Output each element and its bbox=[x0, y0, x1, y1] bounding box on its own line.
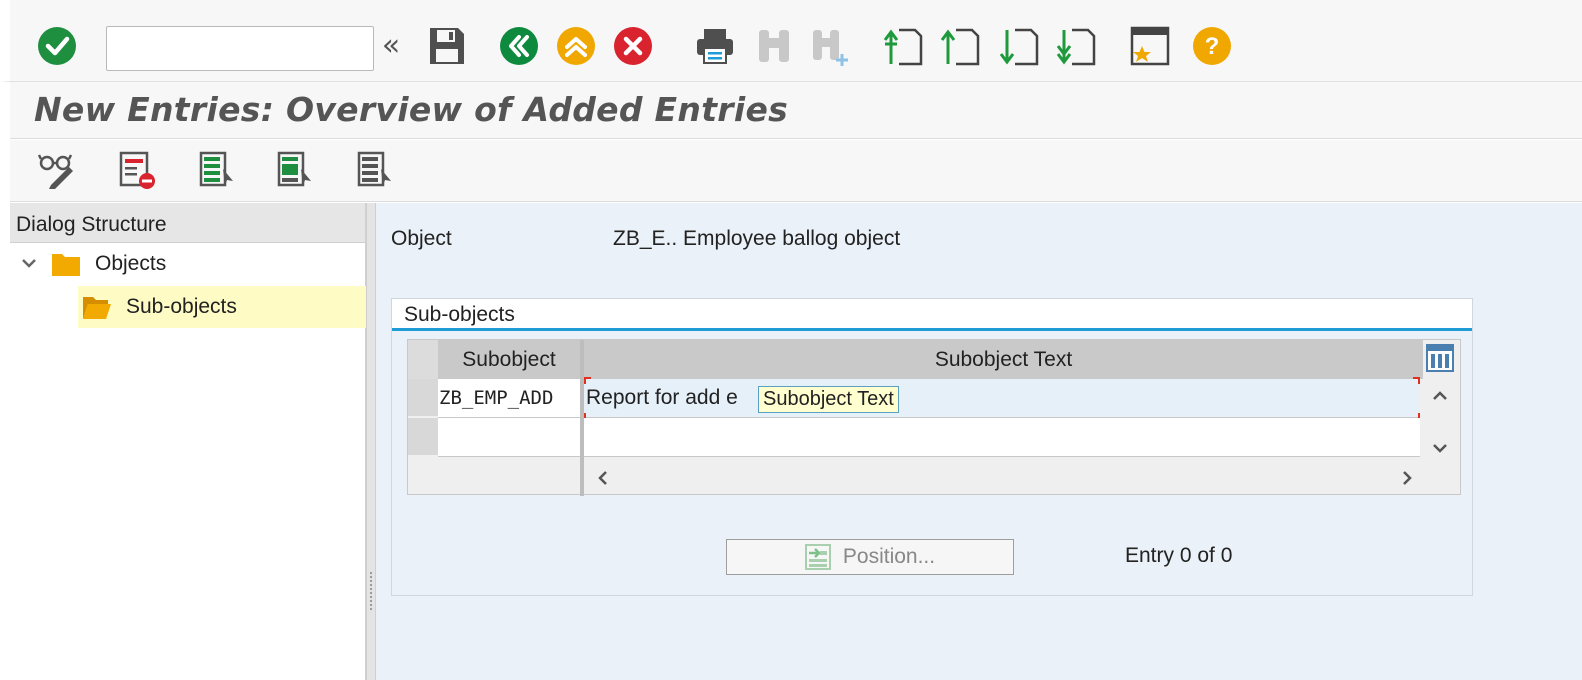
folder-icon bbox=[51, 251, 81, 277]
tree-node-label: Objects bbox=[95, 252, 167, 275]
focus-corner bbox=[1413, 377, 1420, 384]
select-all-icon[interactable] bbox=[196, 148, 240, 192]
bookmark-icon[interactable] bbox=[1128, 24, 1172, 68]
application-toolbar bbox=[10, 140, 1582, 202]
select-block-icon[interactable] bbox=[274, 148, 318, 192]
display-change-icon[interactable] bbox=[36, 148, 80, 192]
open-folder-icon bbox=[82, 294, 112, 320]
next-page-icon[interactable] bbox=[997, 24, 1041, 68]
subobject-cell[interactable] bbox=[438, 418, 580, 457]
find-icon bbox=[753, 26, 795, 66]
dialog-structure-header: Dialog Structure bbox=[10, 203, 365, 243]
previous-page-icon[interactable] bbox=[938, 24, 982, 68]
object-value: ZB_E.. Employee ballog object bbox=[613, 227, 901, 250]
scroll-right-icon[interactable] bbox=[1396, 466, 1418, 490]
content-area: Object ZB_E.. Employee ballog object Sub… bbox=[376, 203, 1582, 680]
position-button[interactable]: Position... bbox=[726, 539, 1014, 575]
row-selector[interactable] bbox=[408, 418, 438, 457]
deselect-all-icon[interactable] bbox=[354, 148, 398, 192]
save-icon[interactable] bbox=[426, 24, 468, 68]
column-header-subobject[interactable]: Subobject bbox=[438, 340, 580, 379]
chevron-down-icon[interactable] bbox=[20, 257, 42, 271]
help-icon[interactable]: ? bbox=[1192, 26, 1232, 66]
splitter-grip[interactable] bbox=[369, 571, 373, 611]
last-page-icon[interactable] bbox=[1054, 24, 1098, 68]
command-field-collapse-icon[interactable]: « bbox=[376, 28, 406, 63]
select-all-rows-corner[interactable] bbox=[408, 340, 438, 379]
system-toolbar: « ? bbox=[0, 0, 1582, 82]
row-selector[interactable] bbox=[408, 379, 438, 418]
column-tooltip: Subobject Text bbox=[758, 386, 899, 413]
table-settings-icon[interactable] bbox=[1425, 343, 1455, 373]
position-button-label: Position... bbox=[842, 545, 936, 568]
entry-count: Entry 0 of 0 bbox=[1125, 544, 1233, 567]
enter-icon[interactable] bbox=[37, 26, 77, 66]
position-icon bbox=[804, 544, 831, 570]
subobject-text-cell[interactable] bbox=[584, 418, 1420, 457]
group-title: Sub-objects bbox=[392, 299, 1472, 331]
scroll-down-icon[interactable] bbox=[1425, 436, 1455, 460]
tree-node-objects[interactable]: Objects bbox=[20, 244, 360, 284]
subobject-cell[interactable]: ZB_EMP_ADD bbox=[438, 379, 580, 418]
focus-corner bbox=[584, 377, 591, 384]
exit-icon[interactable] bbox=[556, 26, 596, 66]
sub-objects-group: Sub-objects Subobject Subobject Text ZB_… bbox=[391, 298, 1473, 596]
subobject-text-cell[interactable]: Report for add e bbox=[584, 379, 1420, 418]
tree-node-sub-objects[interactable]: Sub-objects bbox=[78, 286, 366, 328]
command-field[interactable] bbox=[106, 26, 374, 71]
sub-objects-table: Subobject Subobject Text ZB_EMP_ADD Repo… bbox=[407, 339, 1461, 496]
page-title: New Entries: Overview of Added Entries bbox=[34, 90, 789, 129]
dialog-structure-pane: Dialog Structure Objects Sub-objects bbox=[10, 203, 366, 680]
pane-splitter[interactable] bbox=[366, 203, 376, 680]
find-next-icon bbox=[810, 26, 852, 68]
column-header-subobject-text[interactable]: Subobject Text bbox=[584, 340, 1423, 379]
print-icon[interactable] bbox=[694, 26, 736, 66]
object-label: Object bbox=[391, 227, 452, 250]
title-bar: New Entries: Overview of Added Entries bbox=[10, 82, 1582, 139]
svg-text:?: ? bbox=[1205, 33, 1220, 60]
tree-node-label: Sub-objects bbox=[126, 295, 237, 318]
first-page-icon[interactable] bbox=[881, 24, 925, 68]
back-icon[interactable] bbox=[499, 26, 539, 66]
cancel-icon[interactable] bbox=[613, 26, 653, 66]
delete-icon[interactable] bbox=[116, 148, 160, 192]
scroll-left-icon[interactable] bbox=[592, 466, 614, 490]
scroll-up-icon[interactable] bbox=[1425, 384, 1455, 408]
